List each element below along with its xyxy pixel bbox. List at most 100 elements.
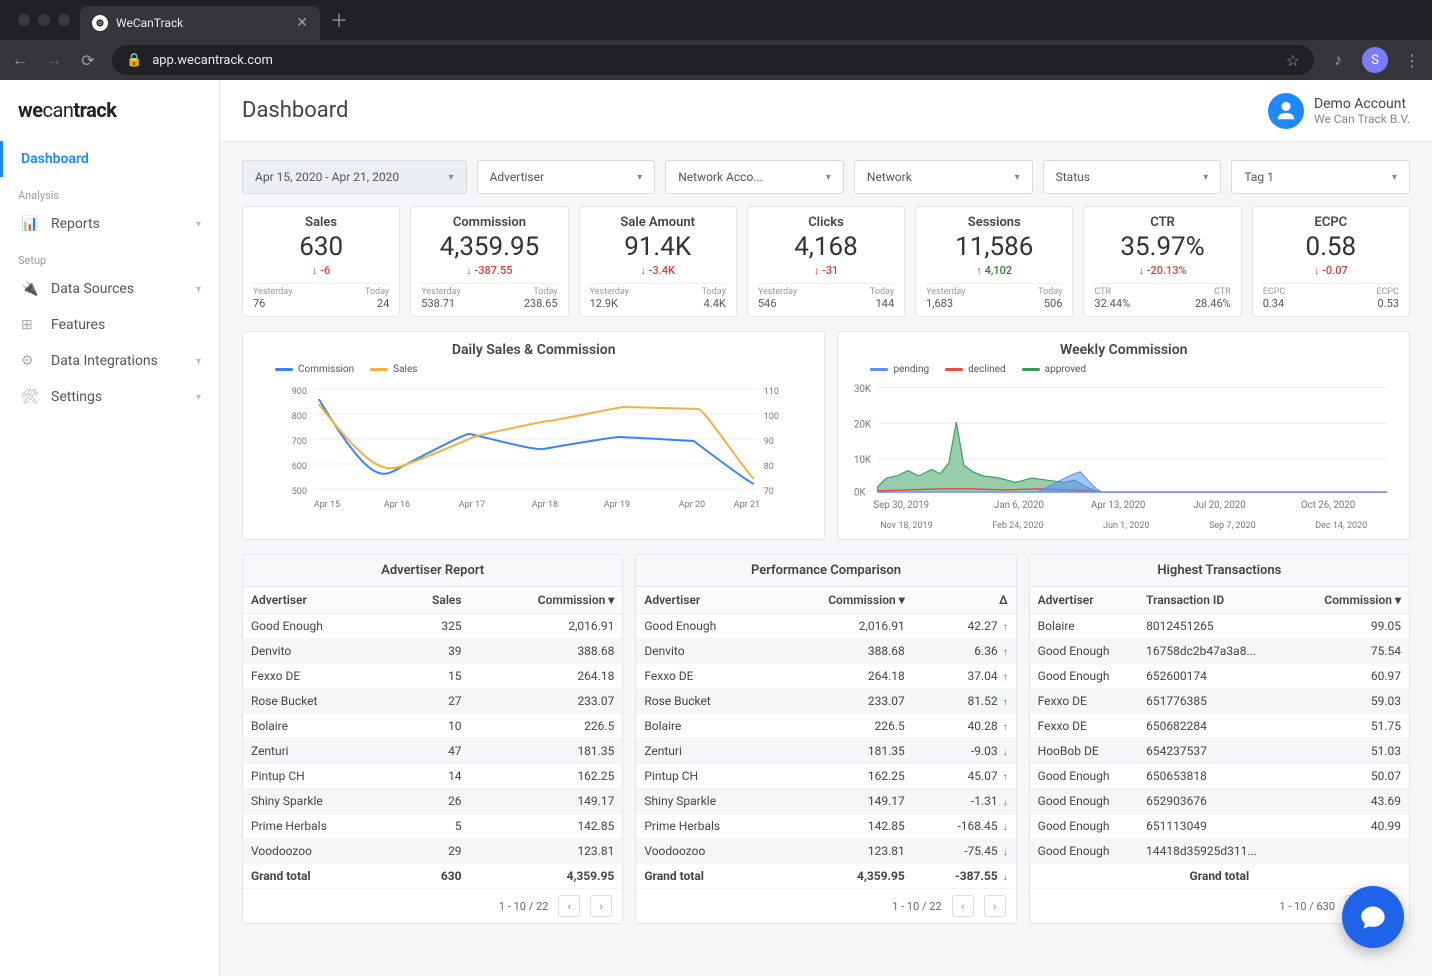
sidebar: wecantrack Dashboard Analysis 📊 Reports … [0,80,220,976]
kpi-title: Sale Amount [590,215,726,230]
svg-text:90: 90 [764,437,774,447]
table-row[interactable]: Denvito388.686.36 ↑ [636,639,1015,664]
col-commission[interactable]: Commission ▾ [1295,587,1409,614]
traffic-close[interactable] [18,14,30,26]
svg-text:Apr 16: Apr 16 [384,500,410,510]
kpi-value: 0.58 [1263,232,1399,262]
kpi-value: 91.4K [590,232,726,262]
reload-icon[interactable]: ⟳ [78,51,98,70]
col-commission[interactable]: Commission ▾ [470,587,623,614]
top-bar: Dashboard Demo Account We Can Track B.V. [220,80,1432,142]
table-row[interactable]: Rose Bucket233.0781.52 ↑ [636,689,1015,714]
back-icon[interactable]: ← [10,50,30,70]
kpi-value: 4,168 [758,232,894,262]
sidebar-item-dashboard[interactable]: Dashboard [0,141,219,177]
sidebar-item-integrations[interactable]: ⚙ Data Integrations ▾ [0,343,219,379]
col-commission[interactable]: Commission ▾ [774,587,913,614]
col-transaction-id[interactable]: Transaction ID [1138,587,1294,614]
svg-text:Oct 26, 2020: Oct 26, 2020 [1301,500,1355,511]
col-sales[interactable]: Sales [394,587,469,614]
sidebar-group-analysis: Analysis [0,177,219,206]
table-row[interactable]: Zenturi181.35-9.03 ↓ [636,739,1015,764]
table-row[interactable]: Fexxo DE264.1837.04 ↑ [636,664,1015,689]
table-row[interactable]: Good Enough65290367643.69 [1030,789,1409,814]
media-icon[interactable]: ♪ [1328,50,1348,70]
table-row[interactable]: Voodoozoo123.81-75.45 ↓ [636,839,1015,864]
table-row[interactable]: Pintup CH14162.25 [243,764,622,789]
sidebar-item-reports[interactable]: 📊 Reports ▾ [0,206,219,242]
table-row[interactable]: Good Enough65260017460.97 [1030,664,1409,689]
sidebar-item-label: Settings [51,389,102,405]
table-row[interactable]: Prime Herbals142.85-168.45 ↓ [636,814,1015,839]
table-row[interactable]: Good Enough3252,016.91 [243,614,622,639]
traffic-min[interactable] [38,14,50,26]
filter-advertiser[interactable]: Advertiser▾ [477,160,656,194]
table-row[interactable]: Pintup CH162.2545.07 ↑ [636,764,1015,789]
prev-page-icon[interactable]: ‹ [558,895,580,917]
table-performance-comparison: Performance Comparison Advertiser Commis… [635,554,1016,924]
favicon-icon: ⊚ [92,15,108,31]
kpi-card: Clicks 4,168 ↓ -31 Yesterday546 Today144 [747,206,905,317]
table-row[interactable]: Denvito39388.68 [243,639,622,664]
table-row[interactable]: Shiny Sparkle149.17-1.31 ↓ [636,789,1015,814]
svg-text:110: 110 [764,387,779,397]
table-row[interactable]: Bolaire10226.5 [243,714,622,739]
chart-icon: 📊 [21,216,39,232]
prev-page-icon[interactable]: ‹ [952,895,974,917]
col-advertiser[interactable]: Advertiser [1030,587,1139,614]
browser-tab[interactable]: ⊚ WeCanTrack ✕ [80,6,320,40]
sidebar-item-data-sources[interactable]: 🔌 Data Sources ▾ [0,271,219,307]
svg-text:30K: 30K [855,384,873,395]
table-row[interactable]: Good Enough14418d35925d311... [1030,839,1409,864]
table-row[interactable]: Prime Herbals5142.85 [243,814,622,839]
table-row[interactable]: Voodoozoo29123.81 [243,839,622,864]
next-page-icon[interactable]: › [590,895,612,917]
filter-date-range[interactable]: Apr 15, 2020 - Apr 21, 2020▾ [242,160,467,194]
table-total-row: Grand total4,359.95-387.55 ↓ [636,864,1015,889]
address-bar[interactable]: 🔒 app.wecantrack.com ☆ [112,45,1314,75]
kpi-value: 4,359.95 [421,232,557,262]
bookmark-icon[interactable]: ☆ [1286,51,1300,70]
table-row[interactable]: Good Enough65111304940.99 [1030,814,1409,839]
sidebar-item-features[interactable]: ⊞ Features [0,307,219,343]
caret-icon: ▾ [637,172,642,183]
menu-icon[interactable]: ⋮ [1402,51,1422,70]
table-row[interactable]: Zenturi47181.35 [243,739,622,764]
col-advertiser[interactable]: Advertiser [636,587,774,614]
table-row[interactable]: Good Enough2,016.9142.27 ↑ [636,614,1015,639]
col-delta[interactable]: Δ [913,587,1016,614]
sidebar-item-settings[interactable]: 🛠 Settings ▾ [0,379,219,415]
table-row[interactable]: Fexxo DE65177638559.03 [1030,689,1409,714]
chat-widget-button[interactable] [1342,886,1404,948]
tab-close-icon[interactable]: ✕ [296,15,308,31]
table-row[interactable]: Good Enough16758dc2b47a3a8...75.54 [1030,639,1409,664]
chevron-down-icon: ▾ [196,219,201,230]
col-advertiser[interactable]: Advertiser [243,587,394,614]
profile-avatar[interactable]: S [1362,47,1388,73]
kpi-card: Sale Amount 91.4K ↓ -3.4K Yesterday12.9K… [579,206,737,317]
caret-icon: ▾ [826,172,831,183]
table-row[interactable]: Good Enough65065381850.07 [1030,764,1409,789]
table-row[interactable]: Bolaire226.540.28 ↑ [636,714,1015,739]
svg-text:700: 700 [292,437,307,447]
traffic-max[interactable] [58,14,70,26]
filter-network-account[interactable]: Network Acco...▾ [665,160,844,194]
table-row[interactable]: Bolaire801245126599.05 [1030,614,1409,639]
table-row[interactable]: Rose Bucket27233.07 [243,689,622,714]
new-tab-icon[interactable]: ＋ [330,7,348,33]
account-widget[interactable]: Demo Account We Can Track B.V. [1268,93,1410,129]
filter-network[interactable]: Network▾ [854,160,1033,194]
table-highest-transactions: Highest Transactions Advertiser Transact… [1029,554,1410,924]
filter-status[interactable]: Status▾ [1043,160,1222,194]
forward-icon[interactable]: → [44,50,64,70]
filter-tag1[interactable]: Tag 1▾ [1231,160,1410,194]
table-row[interactable]: HooBob DE65423753751.03 [1030,739,1409,764]
table-row[interactable]: Shiny Sparkle26149.17 [243,789,622,814]
chart-legend: pending declined approved [850,364,1397,375]
table-row[interactable]: Fexxo DE65068228451.75 [1030,714,1409,739]
sidebar-item-label: Dashboard [21,151,89,167]
table-row[interactable]: Fexxo DE15264.18 [243,664,622,689]
svg-text:Apr 18: Apr 18 [532,500,558,510]
kpi-delta: ↓ -20.13% [1094,264,1230,277]
next-page-icon[interactable]: › [984,895,1006,917]
